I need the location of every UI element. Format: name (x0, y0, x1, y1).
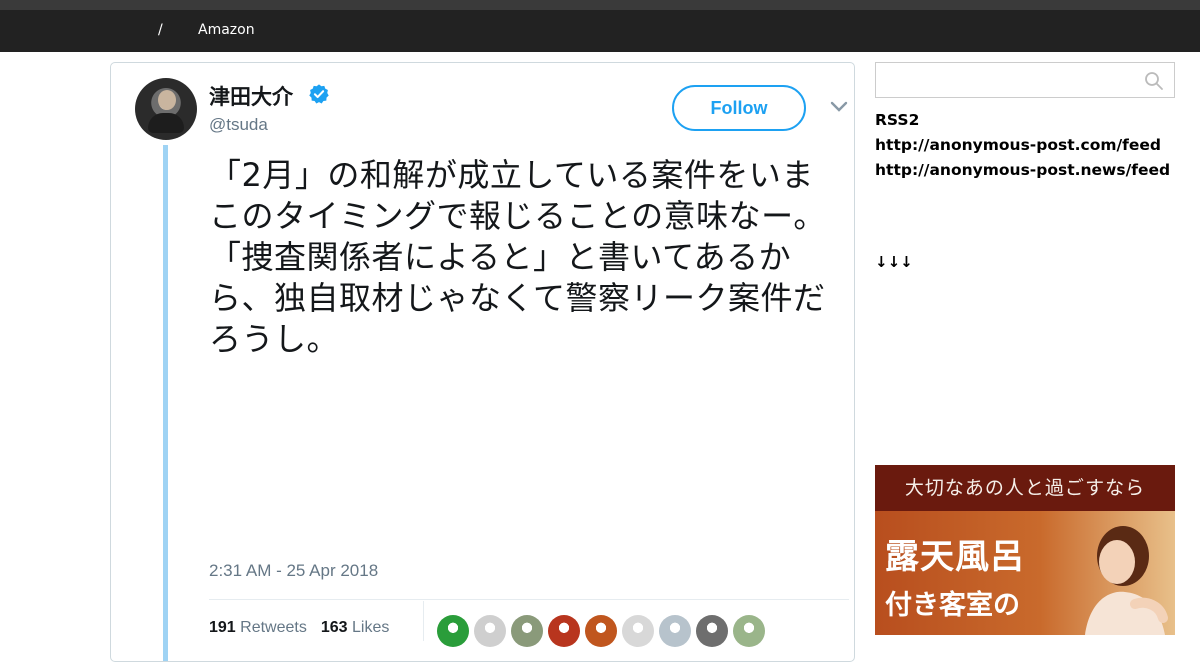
thread-line (163, 145, 168, 661)
nav-link-amazon[interactable]: Amazon (198, 22, 255, 38)
likes-stat[interactable]: 163 Likes (321, 619, 390, 636)
retweets-label: Retweets (240, 619, 307, 636)
follow-button[interactable]: Follow (672, 85, 806, 131)
liker-avatar[interactable] (696, 615, 728, 647)
search-icon[interactable] (1144, 71, 1164, 91)
feed-url-1[interactable]: http://anonymous-post.com/feed (875, 133, 1185, 158)
chevron-down-icon[interactable] (830, 101, 848, 113)
display-name[interactable]: 津田大介 (209, 81, 293, 111)
liker-avatar[interactable] (474, 615, 506, 647)
tweet-text: 「2月」の和解が成立している案件をいまこのタイミングで報じることの意味なー。「捜… (209, 156, 826, 358)
likes-label: Likes (352, 619, 390, 636)
stats-separator (423, 601, 424, 641)
stats-divider (209, 599, 849, 600)
liker-avatar[interactable] (622, 615, 654, 647)
user-handle[interactable]: @tsuda (209, 115, 268, 135)
liker-avatar[interactable] (733, 615, 765, 647)
down-arrows: ↓↓↓ (875, 253, 913, 271)
liker-avatar[interactable] (437, 615, 469, 647)
liker-avatar[interactable] (511, 615, 543, 647)
breadcrumb-separator: / (158, 22, 163, 38)
liker-avatars (437, 615, 765, 647)
tweet-timestamp[interactable]: 2:31 AM - 25 Apr 2018 (209, 561, 378, 581)
search-input[interactable] (875, 62, 1175, 98)
ad-person-illustration (1085, 526, 1168, 635)
likes-count: 163 (320, 619, 348, 636)
retweets-count: 191 (209, 619, 236, 636)
rss-label: RSS2 (875, 111, 920, 129)
feed-url-2[interactable]: http://anonymous-post.news/feed (875, 158, 1185, 183)
ad-headline: 露天風呂 (885, 537, 1025, 577)
navbar: / Amazon (0, 10, 1200, 52)
embedded-tweet: 津田大介 @tsuda Follow 「2月」の和解が成立している案件をいまこの… (110, 62, 855, 662)
ad-subheadline: 付き客室の (885, 590, 1020, 621)
tweet-stats: 191 Retweets 163 Likes (209, 619, 389, 637)
liker-avatar[interactable] (548, 615, 580, 647)
avatar-face (158, 90, 176, 110)
verified-badge-icon (309, 84, 329, 104)
retweets-stat[interactable]: 191 Retweets (209, 619, 307, 636)
feed-info: RSS2 http://anonymous-post.com/feed http… (875, 108, 1185, 183)
top-strip (0, 0, 1200, 10)
ad-banner[interactable]: 大切なあの人と過ごすなら 露天風呂 付き客室の (875, 465, 1175, 635)
avatar[interactable] (135, 78, 197, 140)
avatar-body (148, 113, 184, 133)
liker-avatar[interactable] (585, 615, 617, 647)
liker-avatar[interactable] (659, 615, 691, 647)
ad-tagline: 大切なあの人と過ごすなら (875, 465, 1175, 511)
